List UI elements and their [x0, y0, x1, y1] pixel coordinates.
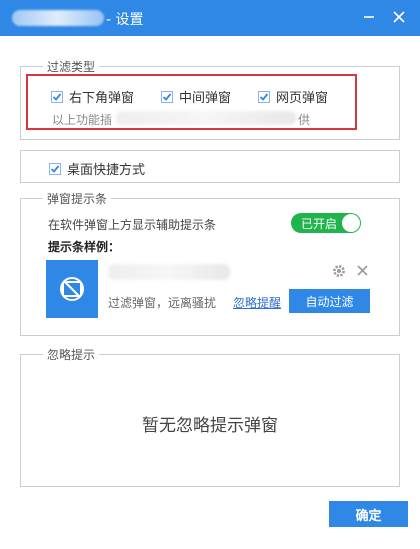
tipbar-toggle[interactable]: 已开启 [291, 213, 361, 233]
desktop-shortcut-checkbox[interactable] [49, 162, 61, 175]
feature-note-suffix: 供 [298, 113, 311, 127]
redacted-note [116, 111, 296, 125]
sample-icon-tile [46, 260, 98, 318]
close-window-button[interactable] [386, 4, 412, 30]
popup-bar-legend: 弹窗提示条 [47, 192, 108, 206]
minimize-icon [364, 16, 374, 18]
gear-icon[interactable] [332, 264, 346, 278]
sample-slogan: 过滤弹窗，远离骚扰 [108, 296, 217, 310]
option-web-popup[interactable]: 网页弹窗 [258, 87, 328, 106]
desktop-shortcut-label: 桌面快捷方式 [67, 163, 146, 178]
toggle-description: 在软件弹窗上方显示辅助提示条 [48, 218, 217, 232]
checkmark-icon [162, 92, 172, 101]
option-desktop-shortcut[interactable]: 桌面快捷方式 [49, 159, 145, 178]
title-bar: - 设置 [0, 0, 420, 36]
bottom-right-popup-checkbox[interactable] [51, 90, 63, 103]
redacted-sample-title [108, 264, 230, 280]
minimize-button[interactable] [356, 4, 382, 30]
ignore-prompts-legend: 忽略提示 [47, 348, 96, 362]
empty-ignore-text: 暂无忽略提示弹窗 [142, 416, 278, 436]
sample-title: 提示条样例： [48, 240, 121, 254]
window-title: - 设置 [106, 12, 144, 28]
no-popup-icon [60, 277, 84, 301]
checkmark-icon [50, 164, 60, 173]
center-popup-label: 中间弹窗 [179, 91, 232, 106]
feature-note-prefix: 以上功能插 [52, 113, 113, 127]
bottom-right-popup-label: 右下角弹窗 [69, 91, 135, 106]
web-popup-label: 网页弹窗 [276, 91, 329, 106]
checkmark-icon [52, 92, 62, 101]
auto-filter-button[interactable]: 自动过滤 [289, 289, 370, 313]
ignore-reminder-link[interactable]: 忽略提醒 [233, 294, 281, 311]
checkmark-icon [259, 92, 269, 101]
toggle-knob [342, 214, 360, 232]
toggle-state-label: 已开启 [301, 217, 338, 231]
close-icon[interactable] [356, 264, 369, 277]
center-popup-checkbox[interactable] [161, 90, 173, 103]
option-center-popup[interactable]: 中间弹窗 [161, 87, 231, 106]
app-name-redacted [12, 10, 104, 26]
web-popup-checkbox[interactable] [258, 90, 270, 103]
close-icon [393, 11, 405, 23]
option-bottom-right-popup[interactable]: 右下角弹窗 [51, 87, 134, 106]
filter-type-legend: 过滤类型 [47, 60, 96, 74]
confirm-button[interactable]: 确定 [329, 501, 408, 527]
